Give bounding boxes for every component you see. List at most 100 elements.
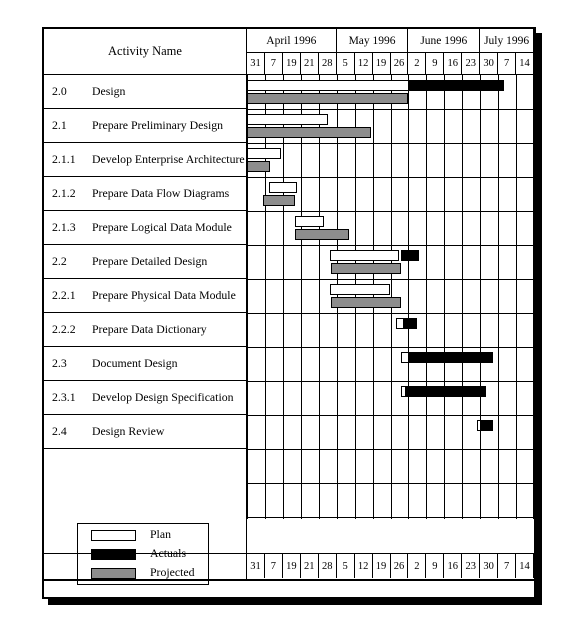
gantt-bar-projected[interactable] [331,297,402,308]
activity-number: 2.1.2 [52,186,76,200]
activity-name: Document Design [92,356,178,370]
day-footer-cell: 7 [498,554,517,578]
day-header-cell: 5 [336,53,355,75]
activity-name-header: Activity Name [44,29,247,75]
activity-row-label[interactable]: 2.4 Design Review [44,415,247,449]
day-footer-cell: 12 [355,554,373,578]
day-header-cell: 21 [300,53,319,75]
gantt-bar-actuals[interactable] [480,420,493,431]
gantt-bar-projected[interactable] [247,161,271,172]
grid-line-horizontal [247,177,534,178]
activity-number: 2.3.1 [52,390,76,404]
activity-row-label[interactable]: 2.3 Document Design [44,347,247,381]
day-header-cell: 19 [372,53,391,75]
month-header-cell: May 1996 [336,29,409,53]
gantt-bar-actuals[interactable] [408,352,493,363]
activity-name: Prepare Data Dictionary [92,322,207,336]
activity-row-label[interactable]: 2.3.1 Develop Design Specification [44,381,247,415]
grid-line-vertical [444,75,446,519]
gantt-bar-projected[interactable] [331,263,402,274]
gantt-bar-actuals[interactable] [401,250,420,261]
activity-row-label[interactable]: 2.2 Prepare Detailed Design [44,245,247,279]
day-header-cell: 23 [462,53,481,75]
grid-line-horizontal [247,279,534,280]
legend-label-plan: Plan [150,527,171,541]
day-header-cell: 2 [408,53,427,75]
gantt-bar-actuals[interactable] [403,318,418,329]
chart-header: Activity Name April 1996 May 1996 June 199… [44,29,534,75]
day-footer-cell: 2 [408,554,427,578]
day-footer-cell: 23 [462,554,481,578]
grid-line-vertical [408,75,410,519]
grid-line-vertical [318,75,320,519]
activity-row-label[interactable]: 2.1 Prepare Preliminary Design [44,109,247,143]
grid-line-vertical [498,75,500,519]
activity-name: Design Review [92,424,165,438]
day-footer-cell: 26 [391,554,409,578]
gantt-bar-projected[interactable] [247,93,409,104]
day-footer-cell: 9 [426,554,445,578]
gantt-plot-area [247,75,534,553]
day-header-cell: 26 [390,53,409,75]
activity-row-label[interactable]: 2.2.1 Prepare Physical Data Module [44,279,247,313]
activity-row-label[interactable]: 2.1.3 Prepare Logical Data Module [44,211,247,245]
day-header-cell: 9 [426,53,445,75]
grid-line-vertical [516,75,518,519]
activity-row-label[interactable]: 2.2.2 Prepare Data Dictionary [44,313,247,347]
activity-number: 2.4 [52,424,67,438]
grid-line-horizontal [247,517,534,518]
gantt-bar-projected[interactable] [263,195,296,206]
gantt-chart-page: Activity Name April 1996 May 1996 June 199… [0,0,585,620]
day-footer-cell: 31 [247,554,265,578]
gantt-bar-actuals[interactable] [404,386,486,397]
day-footer-row: 31 7 19 21 28 5 12 19 26 2 9 16 23 30 7 14 [247,553,534,579]
day-footer-cell: 5 [337,554,355,578]
chart-body: 2.0 Design 2.1 Prepare Preliminary Design 2.… [44,75,534,585]
grid-line-vertical [426,75,428,519]
activity-number: 2.2 [52,254,67,268]
gantt-bar-plan[interactable] [329,250,400,261]
day-header-cell: 19 [282,53,301,75]
gantt-bar-plan[interactable] [247,114,328,125]
grid-line-horizontal [247,109,534,110]
grid-line-horizontal [247,449,534,450]
footer-left-blank [44,553,247,579]
day-footer-cell: 19 [373,554,391,578]
activity-name: Develop Enterprise Architecture [92,152,245,166]
activity-row-label[interactable]: 2.1.1 Develop Enterprise Architecture [44,143,247,177]
day-footer-cell: 14 [516,554,534,578]
activity-name: Prepare Physical Data Module [92,288,236,302]
gantt-bar-projected[interactable] [247,127,371,138]
grid-line-horizontal [247,313,534,314]
grid-line-vertical [282,75,284,519]
day-header-cell: 30 [480,53,499,75]
gantt-bar-plan[interactable] [247,148,282,159]
grid-line-horizontal [247,347,534,348]
legend-item-plan: Plan [78,526,210,545]
activity-name: Prepare Logical Data Module [92,220,232,234]
grid-line-vertical [247,75,248,519]
gantt-bar-projected[interactable] [295,229,350,240]
day-header-row: 31 7 19 21 28 5 12 19 26 2 9 16 23 30 7 14 [247,53,534,75]
grid-line-vertical [300,75,302,519]
activity-row-label[interactable]: 2.1.2 Prepare Data Flow Diagrams [44,177,247,211]
grid-line-vertical [264,75,266,519]
activity-row-label[interactable]: 2.0 Design [44,75,247,109]
footer-baseline [44,579,534,581]
grid-line-horizontal [247,415,534,416]
day-footer-cell: 21 [301,554,319,578]
month-header-row: April 1996 May 1996 June 1996 July 1996 [247,29,534,53]
gantt-bar-plan[interactable] [329,284,391,295]
day-footer-cell: 16 [444,554,463,578]
activity-name: Prepare Preliminary Design [92,118,224,132]
activity-name: Develop Design Specification [92,390,234,404]
gantt-bar-plan[interactable] [295,216,325,227]
activity-row-label[interactable] [44,449,247,483]
day-footer-cell: 19 [283,554,301,578]
legend-swatch-plan [91,530,136,541]
gantt-bar-actuals[interactable] [408,80,504,91]
activity-number: 2.3 [52,356,67,370]
day-header-cell: 7 [264,53,283,75]
grid-line-horizontal [247,143,534,144]
gantt-bar-plan[interactable] [268,182,298,193]
